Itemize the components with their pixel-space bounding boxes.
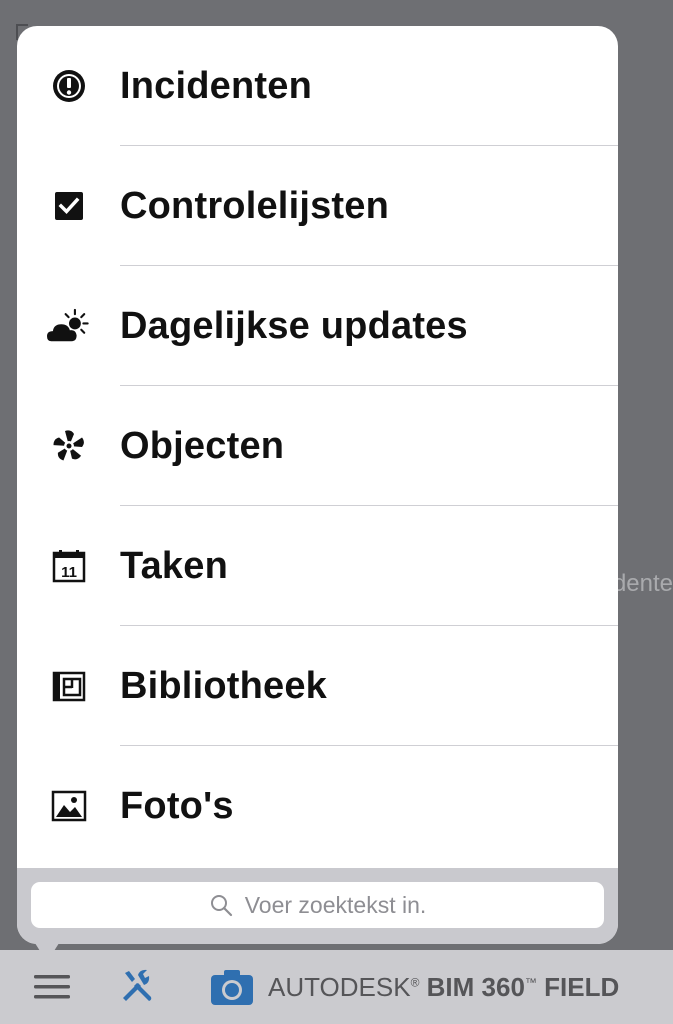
search-input[interactable]: Voer zoektekst in.: [31, 882, 604, 928]
search-placeholder: Voer zoektekst in.: [244, 891, 427, 918]
fan-icon: [47, 424, 91, 468]
background-partial-text: dente: [618, 570, 673, 597]
tools-icon: [123, 969, 152, 1001]
blueprint-icon: [47, 664, 91, 708]
bottom-toolbar: AUTODESK® BIM 360™ FIELD: [0, 950, 673, 1024]
menu-item-label: Bibliotheek: [120, 664, 328, 707]
menu-button[interactable]: [30, 970, 74, 1004]
menu-item-bibliotheek[interactable]: Bibliotheek: [17, 626, 618, 746]
weather-cloud-sun-icon: [47, 304, 91, 348]
brand-logo: AUTODESK® BIM 360™ FIELD: [210, 965, 619, 1009]
hamburger-icon: [34, 975, 70, 999]
checkbox-icon: [47, 184, 91, 228]
menu-item-controlelijsten[interactable]: Controlelijsten: [17, 146, 618, 266]
photo-icon: [47, 784, 91, 828]
search-bar: Voer zoektekst in.: [17, 868, 618, 944]
svg-text:11: 11: [61, 564, 77, 581]
menu-item-label: Incidenten: [120, 64, 313, 107]
exclamation-circle-icon: [47, 64, 91, 108]
menu-item-dagelijkse-updates[interactable]: Dagelijkse updates: [17, 266, 618, 386]
brand-name: AUTODESK® BIM 360™ FIELD: [268, 971, 620, 1002]
menu-item-objecten[interactable]: Objecten: [17, 386, 618, 506]
menu-item-label: Controlelijsten: [120, 184, 390, 227]
menu-list: Incidenten Controlelijsten Dagelijkse up…: [17, 26, 618, 866]
menu-item-label: Foto's: [120, 784, 234, 827]
menu-item-incidenten[interactable]: Incidenten: [17, 26, 618, 146]
menu-popover: Incidenten Controlelijsten Dagelijkse up…: [17, 26, 618, 944]
tools-button[interactable]: [115, 966, 159, 1006]
menu-item-fotos[interactable]: Foto's: [17, 746, 618, 866]
camera-icon: [211, 970, 253, 1005]
search-icon: [210, 895, 232, 917]
menu-item-label: Objecten: [120, 424, 285, 467]
calendar-icon: 11: [47, 544, 91, 588]
menu-item-taken[interactable]: 11 Taken: [17, 506, 618, 626]
menu-item-label: Taken: [120, 544, 229, 587]
menu-item-label: Dagelijkse updates: [120, 304, 468, 347]
